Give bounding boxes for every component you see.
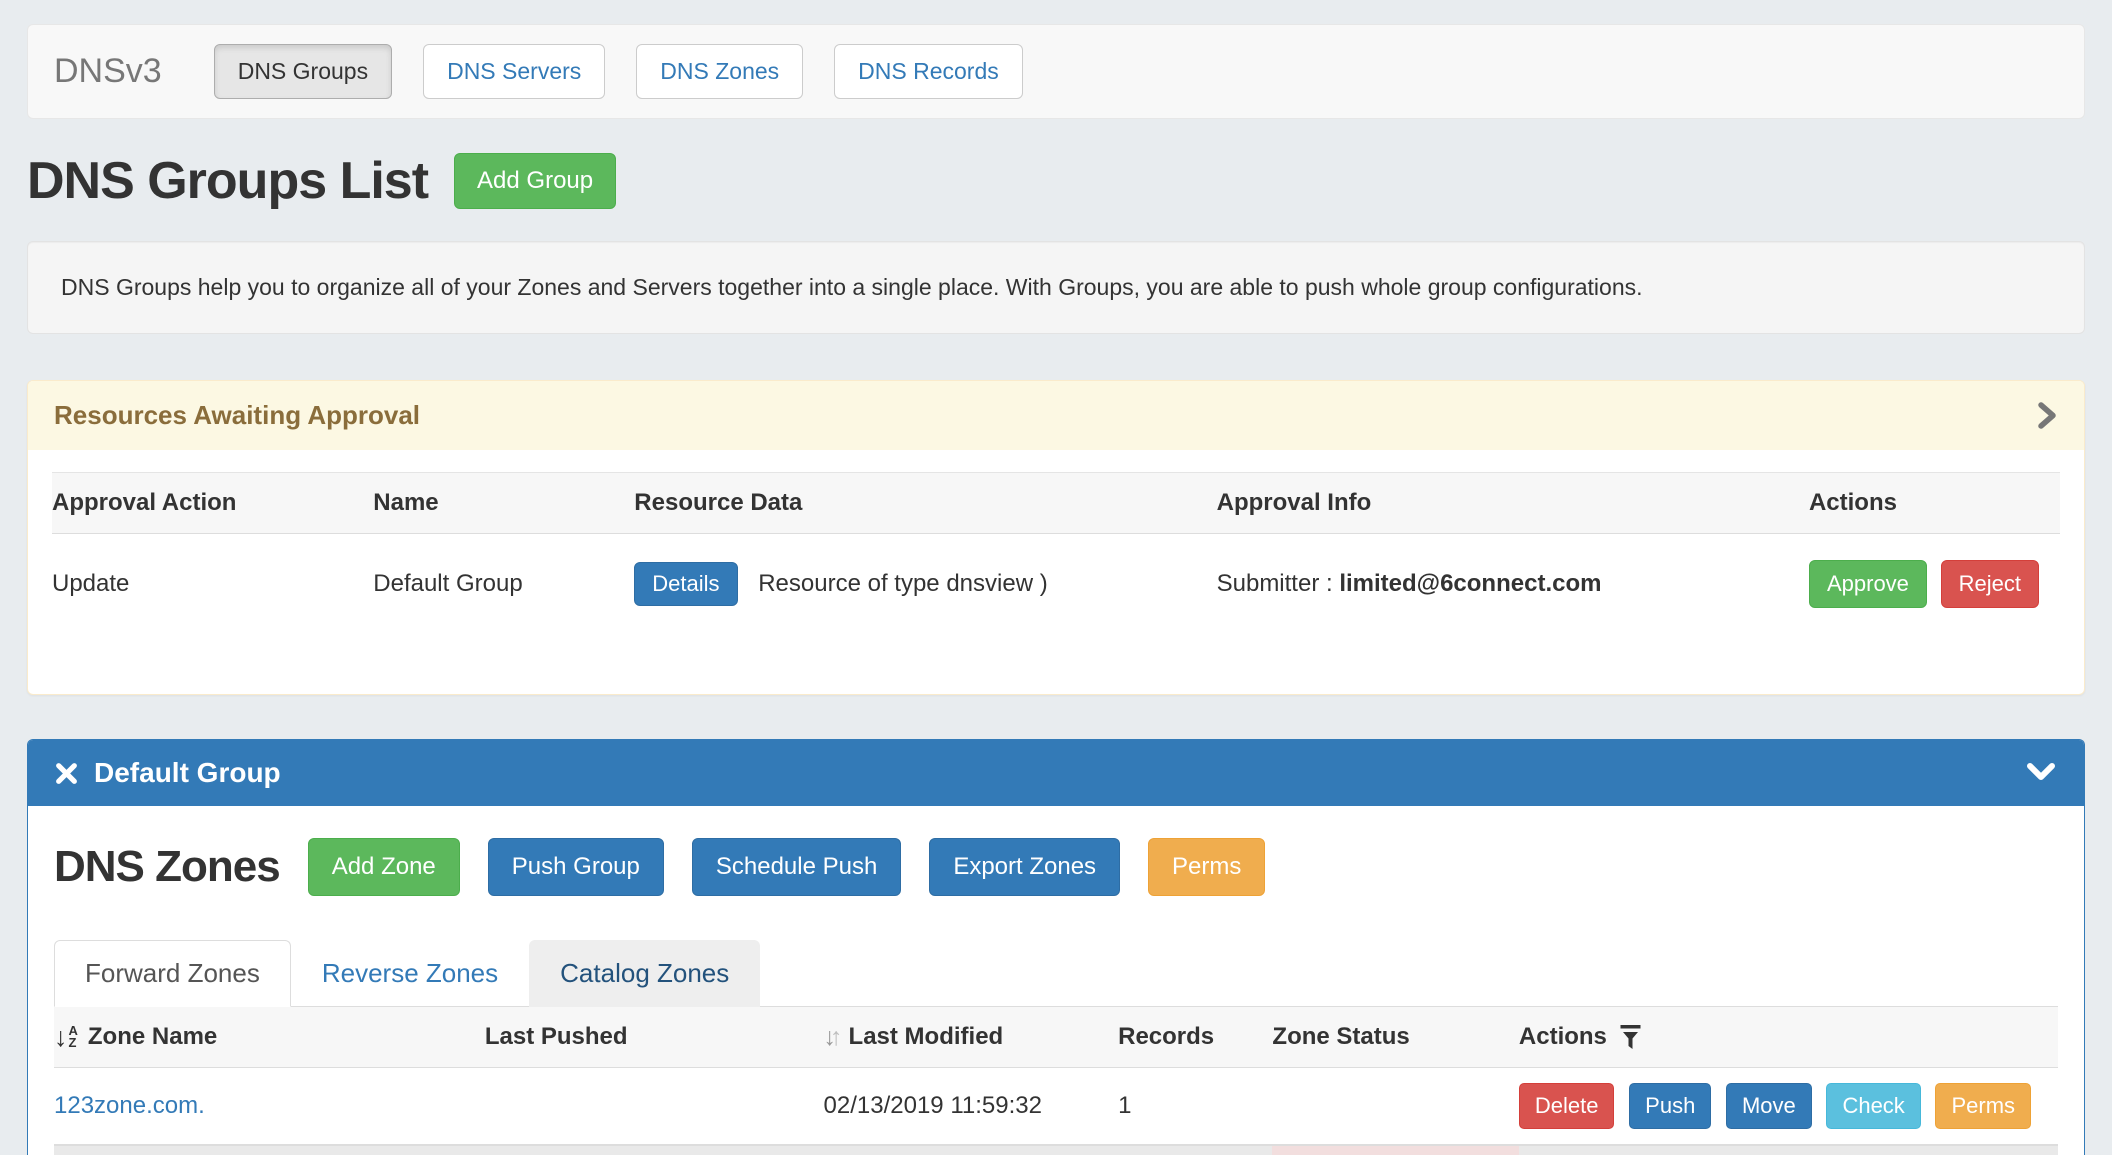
col-zone-name[interactable]: ↓ A Z Zone Name: [54, 1007, 485, 1067]
last-modified-cell: 02/13/2019 11:59:32: [824, 1077, 1119, 1135]
details-button[interactable]: Details: [634, 562, 737, 606]
title-row: DNS Groups List Add Group: [27, 151, 2085, 211]
app-brand: DNSv3: [54, 52, 162, 91]
sort-alpha-icon[interactable]: ↓ A Z: [54, 1024, 78, 1051]
move-button[interactable]: Move: [1726, 1083, 1812, 1129]
delete-button[interactable]: Delete: [1519, 1083, 1615, 1129]
chevron-down-icon[interactable]: [2024, 762, 2058, 784]
approval-name-value: Default Group: [373, 544, 634, 624]
nav-dns-records[interactable]: DNS Records: [834, 44, 1023, 99]
zones-table: ↓ A Z Zone Name Last Pushed ↓ ↑: [54, 1007, 2058, 1146]
tab-reverse-zones[interactable]: Reverse Zones: [291, 940, 529, 1007]
col-records: Records: [1118, 1007, 1272, 1067]
default-group-body: DNS Zones Add Zone Push Group Schedule P…: [28, 806, 2084, 1155]
col-last-pushed: Last Pushed: [485, 1007, 824, 1067]
approval-table-header-row: Approval Action Name Resource Data Appro…: [52, 472, 2060, 534]
records-cell: 1: [1118, 1077, 1272, 1135]
default-group-panel: Default Group DNS Zones Add Zone Push Gr…: [27, 739, 2085, 1155]
approval-resource-cell: Details Resource of type dnsview ): [634, 536, 1216, 632]
approval-panel: Resources Awaiting Approval Approval Act…: [27, 380, 2085, 695]
close-icon[interactable]: [54, 761, 79, 786]
table-row: 123zone.com. 02/13/2019 11:59:32 1 Delet…: [54, 1068, 2058, 1146]
chevron-right-icon[interactable]: [2037, 400, 2058, 431]
zones-tabs: Forward Zones Reverse Zones Catalog Zone…: [54, 940, 2058, 1007]
col-last-modified[interactable]: ↓ ↑ Last Modified: [824, 1007, 1119, 1067]
top-navbar: DNSv3 DNS Groups DNS Servers DNS Zones D…: [27, 24, 2085, 119]
push-button[interactable]: Push: [1629, 1083, 1711, 1129]
submitter-email: limited@6connect.com: [1339, 570, 1601, 597]
approval-info-cell: Submitter : limited@6connect.com: [1217, 544, 1809, 624]
approve-button[interactable]: Approve: [1809, 560, 1927, 608]
submitter-label: Submitter :: [1217, 570, 1340, 597]
approval-row: Update Default Group Details Resource of…: [52, 534, 2060, 634]
approval-panel-header[interactable]: Resources Awaiting Approval: [28, 381, 2084, 450]
export-zones-button[interactable]: Export Zones: [929, 838, 1120, 896]
partial-next-row: [54, 1146, 2058, 1155]
nav-dns-groups[interactable]: DNS Groups: [214, 44, 392, 99]
zones-table-header-row: ↓ A Z Zone Name Last Pushed ↓ ↑: [54, 1007, 2058, 1068]
resource-data-text: Resource of type dnsview ): [758, 570, 1047, 597]
approval-panel-body: Approval Action Name Resource Data Appro…: [28, 450, 2084, 694]
approval-action-value: Update: [52, 544, 373, 624]
tab-catalog-zones[interactable]: Catalog Zones: [529, 940, 760, 1007]
add-group-button[interactable]: Add Group: [454, 153, 616, 209]
filter-icon[interactable]: [1619, 1024, 1642, 1051]
approval-actions-cell: Approve Reject: [1809, 534, 2060, 634]
zones-toolbar: DNS Zones Add Zone Push Group Schedule P…: [54, 838, 2058, 896]
page-title: DNS Groups List: [27, 151, 428, 211]
col-zone-actions: Actions: [1519, 1007, 2058, 1067]
check-button[interactable]: Check: [1826, 1083, 1920, 1129]
approval-panel-title: Resources Awaiting Approval: [54, 400, 420, 431]
reject-button[interactable]: Reject: [1941, 560, 2039, 608]
push-group-button[interactable]: Push Group: [488, 838, 664, 896]
perms-button[interactable]: Perms: [1148, 838, 1265, 896]
add-zone-button[interactable]: Add Zone: [308, 838, 460, 896]
zones-section-title: DNS Zones: [54, 842, 280, 892]
zone-name-cell: 123zone.com.: [54, 1077, 485, 1135]
approval-table: Approval Action Name Resource Data Appro…: [52, 472, 2060, 634]
nav-dns-zones[interactable]: DNS Zones: [636, 44, 803, 99]
default-group-title: Default Group: [94, 757, 281, 789]
zone-status-cell: [1272, 1091, 1518, 1121]
tab-forward-zones[interactable]: Forward Zones: [54, 940, 291, 1007]
sort-icon[interactable]: ↓ ↑: [824, 1025, 843, 1050]
default-group-header[interactable]: Default Group: [28, 740, 2084, 806]
last-pushed-cell: [485, 1091, 824, 1121]
page-description: DNS Groups help you to organize all of y…: [27, 241, 2085, 334]
zone-link[interactable]: 123zone.com.: [54, 1092, 205, 1119]
schedule-push-button[interactable]: Schedule Push: [692, 838, 901, 896]
col-actions: Actions: [1809, 473, 2060, 533]
dns-groups-page: DNSv3 DNS Groups DNS Servers DNS Zones D…: [0, 24, 2112, 1155]
col-resource-data: Resource Data: [634, 473, 1216, 533]
col-approval-action: Approval Action: [52, 473, 373, 533]
col-zone-status: Zone Status: [1272, 1007, 1518, 1067]
perms-row-button[interactable]: Perms: [1935, 1083, 2031, 1129]
col-approval-info: Approval Info: [1217, 473, 1809, 533]
nav-dns-servers[interactable]: DNS Servers: [423, 44, 605, 99]
zone-actions-cell: Delete Push Move Check Perms: [1519, 1068, 2058, 1144]
col-name: Name: [373, 473, 634, 533]
zone-status-error-badge: [1272, 1146, 1518, 1155]
